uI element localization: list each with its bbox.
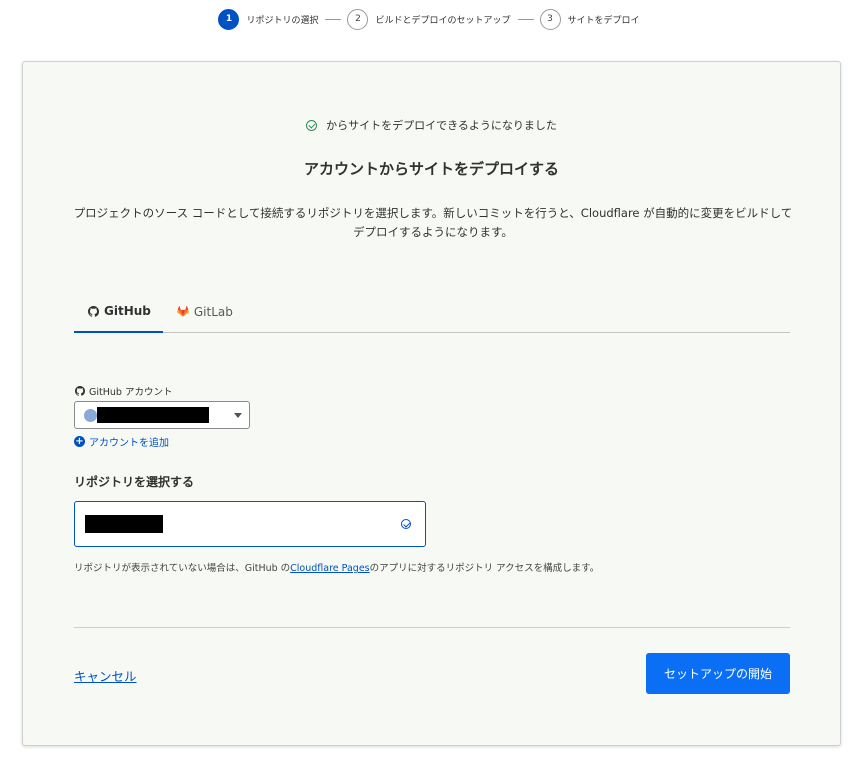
github-account-label: GitHub アカウント bbox=[75, 384, 172, 398]
redacted-repository-name bbox=[85, 515, 163, 533]
step-3: 3 サイトをデプロイ bbox=[539, 8, 640, 30]
add-account-link[interactable]: + アカウントを追加 bbox=[74, 434, 169, 449]
step-1-number: 1 bbox=[218, 8, 240, 30]
github-icon bbox=[88, 305, 99, 317]
avatar bbox=[84, 408, 97, 422]
page-title: アカウントからサイトをデプロイする bbox=[303, 160, 559, 178]
tab-github[interactable]: GitHub bbox=[74, 291, 163, 333]
tab-gitlab[interactable]: GitLab bbox=[163, 291, 245, 332]
cloudflare-pages-link[interactable]: Cloudflare Pages bbox=[290, 563, 369, 574]
deploy-card: からサイトをデプロイできるようになりました アカウントからサイトをデプロイする … bbox=[22, 61, 841, 746]
plus-circle-icon: + bbox=[74, 436, 85, 447]
step-3-number: 3 bbox=[539, 8, 561, 30]
step-separator bbox=[517, 18, 534, 20]
check-circle-icon bbox=[306, 119, 318, 131]
add-account-label: アカウントを追加 bbox=[89, 438, 169, 449]
github-account-label-text: GitHub アカウント bbox=[89, 387, 173, 398]
step-1: 1 リポジトリの選択 bbox=[218, 8, 319, 30]
provider-tabs: GitHub GitLab bbox=[74, 291, 790, 333]
tab-github-label: GitHub bbox=[104, 304, 151, 318]
step-separator bbox=[325, 18, 342, 20]
success-banner: からサイトをデプロイできるようになりました bbox=[23, 117, 840, 133]
step-1-label: リポジトリの選択 bbox=[246, 15, 319, 26]
note-text-before: リポジトリが表示されていない場合は、GitHub の bbox=[74, 563, 291, 574]
redacted-account-name bbox=[97, 407, 209, 423]
step-3-label: サイトをデプロイ bbox=[567, 15, 640, 26]
note-text-after: のアプリに対するリポジトリ アクセスを構成します。 bbox=[369, 563, 600, 574]
begin-setup-button[interactable]: セットアップの開始 bbox=[646, 653, 790, 694]
step-2-label: ビルドとデプロイのセットアップ bbox=[375, 15, 511, 26]
step-2: 2 ビルドとデプロイのセットアップ bbox=[347, 8, 511, 30]
repo-access-note: リポジトリが表示されていない場合は、GitHub のCloudflare Pag… bbox=[74, 560, 599, 574]
step-2-number: 2 bbox=[347, 8, 369, 30]
repository-select[interactable] bbox=[74, 501, 426, 547]
tab-gitlab-label: GitLab bbox=[193, 304, 233, 319]
stepper: 1 リポジトリの選択 2 ビルドとデプロイのセットアップ 3 サイトをデプロイ bbox=[0, 7, 858, 31]
github-icon bbox=[75, 386, 85, 396]
page-description: プロジェクトのソース コードとして接続するリポジトリを選択します。新しいコミット… bbox=[73, 206, 793, 239]
chevron-down-icon bbox=[234, 413, 242, 418]
success-banner-text: からサイトをデプロイできるようになりました bbox=[326, 119, 557, 132]
gitlab-icon bbox=[176, 306, 189, 317]
cancel-link[interactable]: キャンセル bbox=[74, 666, 137, 685]
repo-select-heading: リポジトリを選択する bbox=[74, 475, 195, 489]
divider bbox=[74, 627, 790, 628]
check-circle-icon bbox=[401, 519, 411, 529]
github-account-select[interactable] bbox=[74, 401, 250, 429]
